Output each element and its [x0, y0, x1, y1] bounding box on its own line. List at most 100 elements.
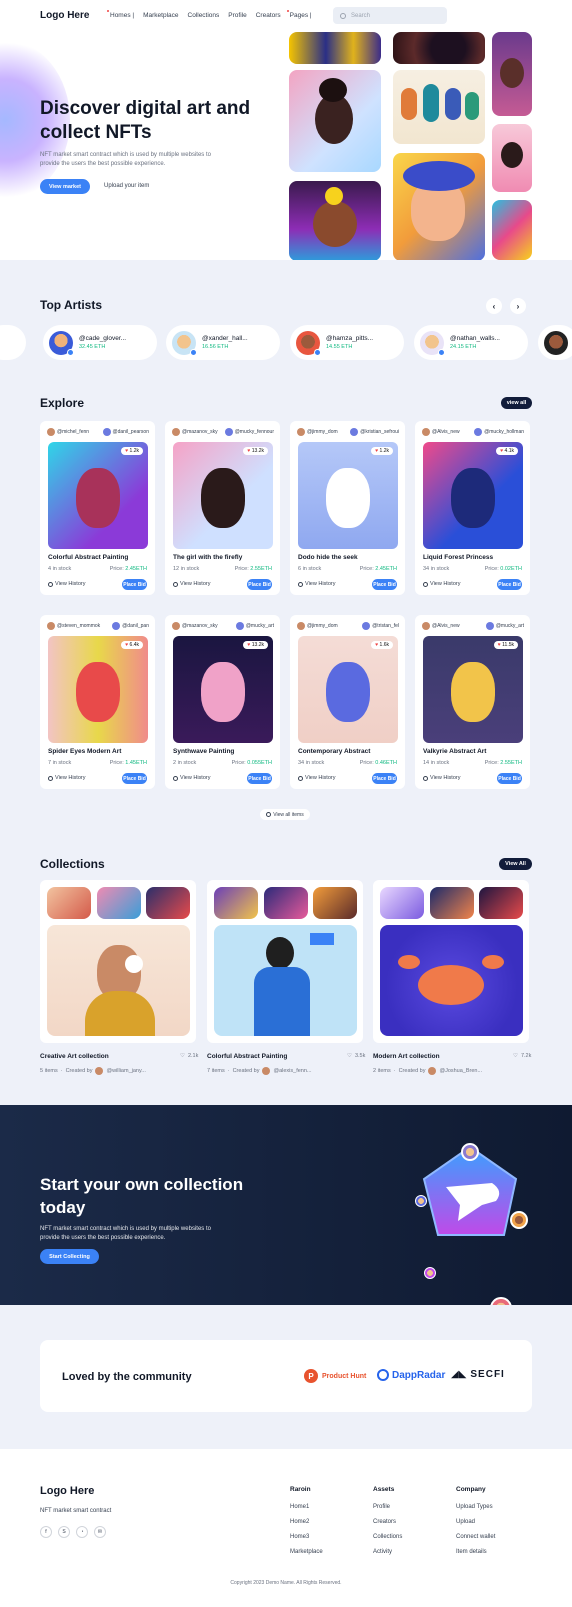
artist-card-partial-right[interactable]: [538, 325, 572, 360]
footer-link[interactable]: Upload: [456, 1519, 475, 1525]
view-history-link[interactable]: View History: [423, 581, 460, 587]
footer-link[interactable]: Profile: [373, 1504, 390, 1510]
footer-link[interactable]: Creators: [373, 1519, 396, 1525]
dappradar-logo[interactable]: DappRadar: [377, 1369, 445, 1381]
nft-card[interactable]: @mazanov_sky @mucky_art ♥ 13.2k Synthwave P…: [165, 615, 280, 789]
footer-link[interactable]: Upload Types: [456, 1504, 493, 1510]
nft-title[interactable]: The girl with the firefly: [173, 554, 242, 561]
artists-next-button[interactable]: ›: [510, 298, 526, 314]
nft-image[interactable]: ♥ 11.5k: [423, 636, 523, 743]
nav-link-profile[interactable]: Profile: [228, 12, 246, 19]
view-history-link[interactable]: View History: [173, 775, 210, 781]
like-badge[interactable]: ♥ 6.4k: [121, 641, 143, 649]
email-icon[interactable]: ✉: [94, 1526, 106, 1538]
artist-card[interactable]: @nathan_walls... 24.15 ETH: [414, 325, 528, 360]
view-market-button[interactable]: View market: [40, 179, 90, 194]
view-history-link[interactable]: View History: [173, 581, 210, 587]
footer-logo[interactable]: Logo Here: [40, 1485, 94, 1497]
collection-card[interactable]: [40, 880, 196, 1043]
owner[interactable]: @mucky_fennour: [224, 428, 274, 436]
like-badge[interactable]: ♥ 13.2k: [243, 641, 268, 649]
view-history-link[interactable]: View History: [298, 775, 335, 781]
footer-link[interactable]: Collections: [373, 1534, 402, 1540]
nav-link-creators[interactable]: Creators: [256, 12, 281, 19]
nav-link-pages[interactable]: Pages |: [286, 10, 312, 19]
footer-link[interactable]: Home3: [290, 1534, 309, 1540]
owner[interactable]: @mazanov_sky: [172, 622, 218, 630]
like-badge[interactable]: ♥ 1.6k: [371, 641, 393, 649]
collection-author[interactable]: @Joshua_Bren...: [439, 1068, 482, 1074]
nft-image[interactable]: ♥ 13.2k: [173, 442, 273, 549]
nft-image[interactable]: ♥ 1.2k: [298, 442, 398, 549]
hero-art-8[interactable]: [492, 124, 532, 192]
search-input[interactable]: Search: [333, 7, 447, 24]
collection-author[interactable]: @william_jany...: [106, 1068, 145, 1074]
like-badge[interactable]: ♥ 13.2k: [243, 447, 268, 455]
nft-image[interactable]: ♥ 1.2k: [48, 442, 148, 549]
nav-link-homes[interactable]: Homes |: [107, 10, 134, 19]
footer-link[interactable]: Marketplace: [290, 1549, 323, 1555]
nft-card[interactable]: @steven_mommok @danil_pan ♥ 6.4k Spider Eye…: [40, 615, 155, 789]
collection-title[interactable]: Colorful Abstract Painting: [207, 1053, 287, 1060]
collection-title[interactable]: Creative Art collection: [40, 1053, 109, 1060]
collection-author[interactable]: @alexis_fenn...: [273, 1068, 311, 1074]
upload-item-link[interactable]: Upload your item: [104, 183, 149, 189]
nft-title[interactable]: Spider Eyes Modern Art: [48, 748, 121, 755]
owner[interactable]: @Alvis_new: [422, 428, 460, 436]
place-bid-button[interactable]: Place Bid: [122, 579, 147, 590]
nft-image[interactable]: ♥ 13.2k: [173, 636, 273, 743]
place-bid-button[interactable]: Place Bid: [497, 579, 522, 590]
collection-card[interactable]: [373, 880, 529, 1043]
owner[interactable]: @michel_fenn: [47, 428, 89, 436]
start-collecting-button[interactable]: Start Collecting: [40, 1249, 99, 1264]
hero-art-1[interactable]: [289, 32, 381, 64]
owner[interactable]: @mucky_art: [235, 622, 274, 630]
footer-link[interactable]: Home1: [290, 1504, 309, 1510]
place-bid-button[interactable]: Place Bid: [497, 773, 522, 784]
artist-card[interactable]: @xander_hall... 16.56 ETH: [166, 325, 280, 360]
like-badge[interactable]: ♥ 4.1k: [496, 447, 518, 455]
owner[interactable]: @steven_mommok: [47, 622, 100, 630]
secfi-logo[interactable]: ◢◣ SECFI: [451, 1369, 505, 1380]
view-history-link[interactable]: View History: [48, 775, 85, 781]
collection-card[interactable]: [207, 880, 363, 1043]
owner[interactable]: @mucky_hollman: [474, 428, 524, 436]
hero-art-2[interactable]: [289, 70, 381, 172]
nft-card[interactable]: @Alvis_new @mucky_hollman ♥ 4.1k Liquid For…: [415, 421, 530, 595]
nft-title[interactable]: Valkyrie Abstract Art: [423, 748, 486, 755]
nft-card[interactable]: @jimmy_dom @tristan_fel ♥ 1.6k Contemporary…: [290, 615, 405, 789]
nft-card[interactable]: @jimmy_dom @kristian_sefroui ♥ 1.2k Dodo hi…: [290, 421, 405, 595]
view-all-items-button[interactable]: View all items: [260, 809, 310, 820]
place-bid-button[interactable]: Place Bid: [247, 773, 272, 784]
nft-image[interactable]: ♥ 1.6k: [298, 636, 398, 743]
explore-view-all-button[interactable]: view all: [501, 397, 532, 409]
place-bid-button[interactable]: Place Bid: [247, 579, 272, 590]
hero-art-4[interactable]: [393, 32, 485, 64]
view-history-link[interactable]: View History: [298, 581, 335, 587]
owner[interactable]: @danil_pan: [112, 622, 149, 630]
footer-link[interactable]: Item details: [456, 1549, 487, 1555]
collections-view-all-button[interactable]: View All: [499, 858, 532, 870]
hero-art-9[interactable]: [492, 200, 532, 260]
owner[interactable]: @kristian_sefroui: [350, 428, 399, 436]
nft-image[interactable]: ♥ 6.4k: [48, 636, 148, 743]
product-hunt-logo[interactable]: P Product Hunt: [304, 1369, 366, 1383]
footer-link[interactable]: Connect wallet: [456, 1534, 495, 1540]
view-history-link[interactable]: View History: [423, 775, 460, 781]
owner[interactable]: @danil_pearson: [102, 428, 149, 436]
nav-link-marketplace[interactable]: Marketplace: [143, 12, 178, 19]
whatsapp-icon[interactable]: ◔: [76, 1526, 88, 1538]
artist-card-partial-left[interactable]: [0, 325, 26, 360]
view-history-link[interactable]: View History: [48, 581, 85, 587]
nft-image[interactable]: ♥ 4.1k: [423, 442, 523, 549]
hero-art-3[interactable]: [289, 181, 381, 260]
nft-title[interactable]: Dodo hide the seek: [298, 554, 358, 561]
hero-art-7[interactable]: [492, 32, 532, 116]
facebook-icon[interactable]: f: [40, 1526, 52, 1538]
like-badge[interactable]: ♥ 1.2k: [121, 447, 143, 455]
footer-link[interactable]: Home2: [290, 1519, 309, 1525]
collection-title[interactable]: Modern Art collection: [373, 1053, 440, 1060]
logo[interactable]: Logo Here: [40, 10, 89, 21]
owner[interactable]: @jimmy_dom: [297, 428, 338, 436]
owner[interactable]: @tristan_fel: [362, 622, 399, 630]
